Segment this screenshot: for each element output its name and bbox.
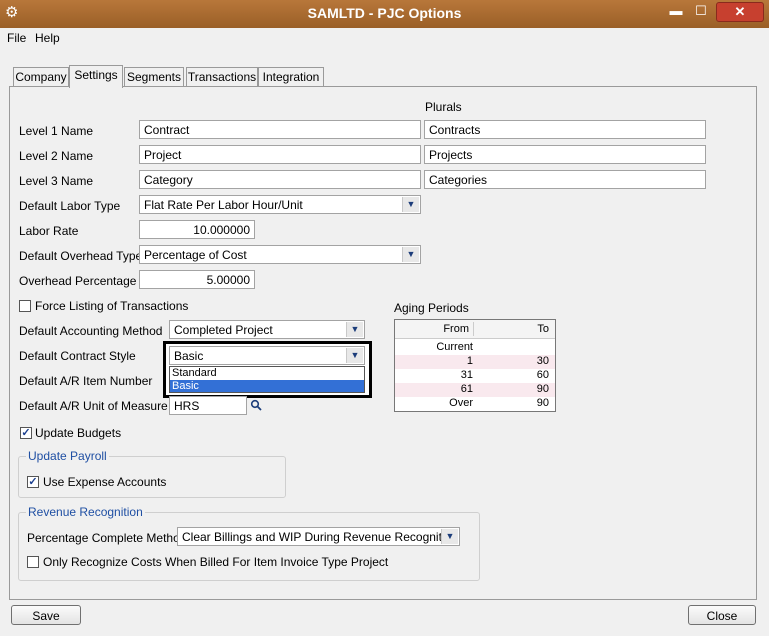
level3-name-input[interactable]: Category xyxy=(139,170,421,189)
window-close-button[interactable]: ✕ xyxy=(716,2,764,22)
chevron-down-icon[interactable]: ▼ xyxy=(402,197,419,212)
level2-plural-input[interactable]: Projects xyxy=(424,145,706,164)
title-bar: ⚙ SAMLTD - PJC Options ▬ ☐ ✕ xyxy=(0,0,769,28)
accounting-method-value: Completed Project xyxy=(174,323,273,337)
update-budgets-label: Update Budgets xyxy=(35,426,122,440)
overhead-type-select[interactable]: Percentage of Cost ▼ xyxy=(139,245,421,264)
contract-style-label: Default Contract Style xyxy=(19,349,136,363)
close-button[interactable]: Close xyxy=(688,605,756,625)
only-recognize-costs-label: Only Recognize Costs When Billed For Ite… xyxy=(43,555,389,569)
menu-file[interactable]: File xyxy=(7,31,26,45)
force-listing-label: Force Listing of Transactions xyxy=(35,299,189,313)
aging-row-0-from: Current xyxy=(436,341,473,353)
level1-label: Level 1 Name xyxy=(19,124,94,138)
level2-name-input[interactable]: Project xyxy=(139,145,421,164)
aging-header-divider xyxy=(473,322,474,336)
window-title: SAMLTD - PJC Options xyxy=(307,5,462,21)
tab-settings[interactable]: Settings xyxy=(69,65,123,88)
chevron-down-icon[interactable]: ▼ xyxy=(402,247,419,262)
level3-label: Level 3 Name xyxy=(19,174,94,188)
save-button[interactable]: Save xyxy=(11,605,81,625)
labor-rate-input[interactable]: 10.000000 xyxy=(139,220,255,239)
accounting-method-select[interactable]: Completed Project ▼ xyxy=(169,320,365,339)
ar-item-label: Default A/R Item Number xyxy=(19,374,153,388)
labor-type-value: Flat Rate Per Labor Hour/Unit xyxy=(144,198,303,212)
revenue-recognition-group xyxy=(18,512,480,581)
aging-row-1-to: 30 xyxy=(536,355,549,367)
pct-complete-method-value: Clear Billings and WIP During Revenue Re… xyxy=(182,530,458,544)
aging-row-2-to: 60 xyxy=(536,369,549,381)
contract-style-value: Basic xyxy=(174,349,204,363)
ar-uom-input[interactable]: HRS xyxy=(169,396,247,415)
use-expense-accounts-label: Use Expense Accounts xyxy=(43,475,167,489)
labor-type-select[interactable]: Flat Rate Per Labor Hour/Unit ▼ xyxy=(139,195,421,214)
aging-row-4-from: Over xyxy=(449,397,473,409)
contract-style-select[interactable]: Basic ▼ xyxy=(169,346,365,365)
search-icon[interactable] xyxy=(250,399,262,411)
tab-transactions[interactable]: Transactions xyxy=(186,67,258,87)
menu-help[interactable]: Help xyxy=(35,31,60,45)
overhead-type-value: Percentage of Cost xyxy=(144,248,247,262)
accounting-method-label: Default Accounting Method xyxy=(19,324,163,338)
contract-style-option-standard[interactable]: Standard xyxy=(172,367,362,379)
aging-header-to: To xyxy=(537,323,549,335)
minimize-button[interactable]: ▬ xyxy=(666,2,686,20)
aging-periods-grid[interactable]: From To Current 1 30 31 60 61 90 Over 90 xyxy=(394,319,556,412)
level1-name-input[interactable]: Contract xyxy=(139,120,421,139)
aging-header-from: From xyxy=(443,323,469,335)
level2-label: Level 2 Name xyxy=(19,149,94,163)
aging-row-1-from: 1 xyxy=(466,355,473,367)
overhead-pct-label: Overhead Percentage xyxy=(19,274,137,288)
contract-style-listbox[interactable]: Standard Basic xyxy=(169,366,365,393)
overhead-pct-input[interactable]: 5.00000 xyxy=(139,270,255,289)
overhead-type-label: Default Overhead Type xyxy=(19,249,143,263)
aging-row-4-to: 90 xyxy=(536,397,549,409)
labor-type-label: Default Labor Type xyxy=(19,199,121,213)
use-expense-accounts-checkbox[interactable]: ✓ xyxy=(27,476,39,488)
plurals-header: Plurals xyxy=(425,100,462,114)
update-payroll-title: Update Payroll xyxy=(26,449,109,463)
menu-bar: File Help xyxy=(0,28,769,48)
ar-uom-label: Default A/R Unit of Measure xyxy=(19,399,168,413)
maximize-button[interactable]: ☐ xyxy=(690,2,712,20)
contract-style-option-basic[interactable]: Basic xyxy=(170,380,364,392)
tab-integration[interactable]: Integration xyxy=(258,67,324,87)
tab-segments[interactable]: Segments xyxy=(124,67,184,87)
tab-company[interactable]: Company xyxy=(13,67,69,87)
aging-row-3-to: 90 xyxy=(536,383,549,395)
chevron-down-icon[interactable]: ▼ xyxy=(346,348,363,363)
aging-row-3-from: 61 xyxy=(460,383,473,395)
force-listing-checkbox[interactable] xyxy=(19,300,31,312)
revenue-recognition-title: Revenue Recognition xyxy=(26,505,145,519)
only-recognize-costs-checkbox[interactable] xyxy=(27,556,39,568)
chevron-down-icon[interactable]: ▼ xyxy=(346,322,363,337)
update-budgets-checkbox[interactable]: ✓ xyxy=(20,427,32,439)
labor-rate-label: Labor Rate xyxy=(19,224,79,238)
chevron-down-icon[interactable]: ▼ xyxy=(441,529,458,544)
aging-row-2-from: 31 xyxy=(460,369,473,381)
aging-title: Aging Periods xyxy=(394,301,469,315)
level1-plural-input[interactable]: Contracts xyxy=(424,120,706,139)
level3-plural-input[interactable]: Categories xyxy=(424,170,706,189)
pct-complete-method-label: Percentage Complete Method xyxy=(27,531,187,545)
pct-complete-method-select[interactable]: Clear Billings and WIP During Revenue Re… xyxy=(177,527,460,546)
